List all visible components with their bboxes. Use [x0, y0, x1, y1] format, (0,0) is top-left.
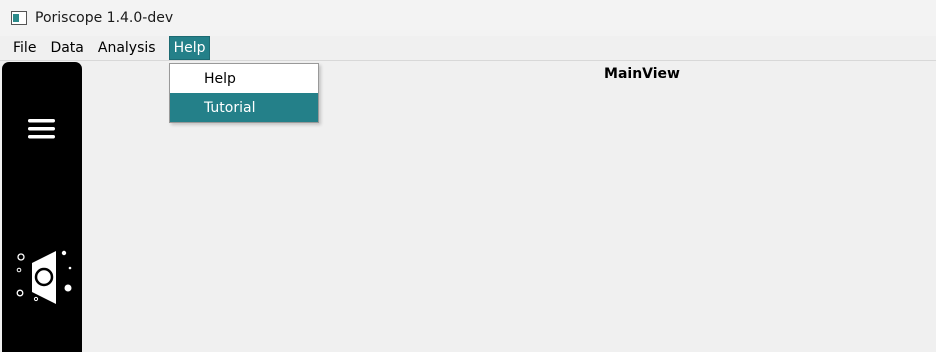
menu-analysis[interactable]: Analysis: [91, 36, 163, 60]
help-menu-item-tutorial[interactable]: Tutorial: [170, 93, 318, 122]
menu-data[interactable]: Data: [43, 36, 90, 60]
sidebar: [2, 62, 82, 352]
menu-file[interactable]: File: [6, 36, 43, 60]
app-window-icon: [11, 11, 27, 25]
menu-bar: File Data Analysis Help: [0, 36, 936, 61]
menu-help[interactable]: Help: [168, 36, 211, 60]
poriscope-logo-icon: [16, 250, 72, 304]
help-dropdown-menu: Help Tutorial: [169, 63, 319, 123]
main-view-title: MainView: [604, 66, 680, 82]
window-title: Poriscope 1.4.0-dev: [35, 10, 174, 26]
hamburger-menu-icon[interactable]: [28, 119, 55, 139]
title-bar: Poriscope 1.4.0-dev: [0, 0, 936, 36]
help-menu-item-help[interactable]: Help: [170, 64, 318, 93]
app-window: Poriscope 1.4.0-dev File Data Analysis H…: [0, 0, 936, 352]
